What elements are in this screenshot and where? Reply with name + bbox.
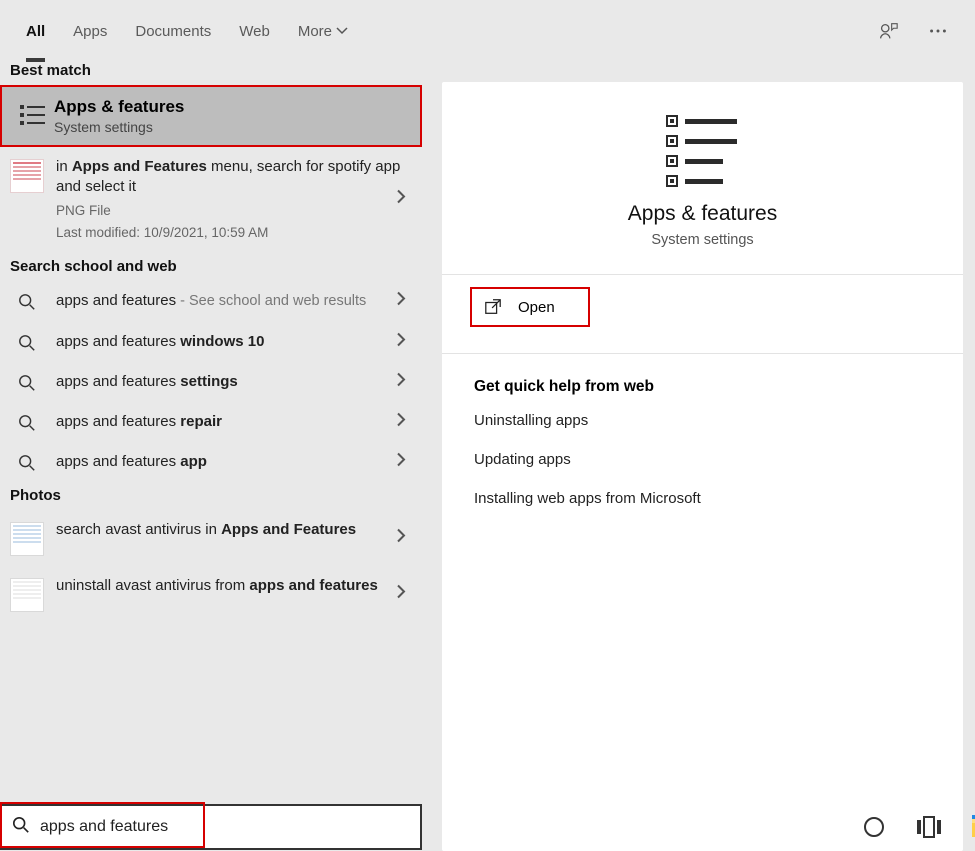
web-result-3[interactable]: apps and features settings bbox=[0, 362, 422, 402]
chevron-right-icon bbox=[396, 331, 406, 352]
best-match-result[interactable]: Apps & features System settings bbox=[0, 85, 422, 147]
chevron-right-icon bbox=[396, 291, 406, 312]
help-link-install[interactable]: Installing web apps from Microsoft bbox=[474, 490, 963, 507]
search-icon bbox=[10, 372, 44, 392]
best-match-subtitle: System settings bbox=[54, 119, 184, 135]
task-view-icon[interactable] bbox=[916, 813, 942, 841]
chevron-right-icon bbox=[396, 189, 406, 210]
chevron-right-icon bbox=[396, 452, 406, 473]
preview-apps-features-icon bbox=[442, 110, 963, 188]
open-icon bbox=[484, 298, 502, 316]
taskbar bbox=[844, 803, 975, 851]
section-search-web: Search school and web bbox=[0, 252, 422, 281]
photo-result-2[interactable]: uninstall avast antivirus from apps and … bbox=[0, 566, 422, 622]
apps-features-icon bbox=[12, 101, 54, 131]
cortana-icon[interactable] bbox=[862, 813, 886, 841]
web-result-4[interactable]: apps and features repair bbox=[0, 402, 422, 442]
search-icon bbox=[10, 291, 44, 311]
search-icon bbox=[10, 412, 44, 432]
chevron-right-icon bbox=[396, 412, 406, 433]
web-result-2[interactable]: apps and features windows 10 bbox=[0, 322, 422, 362]
chevron-down-icon bbox=[336, 25, 348, 37]
search-icon bbox=[10, 452, 44, 472]
chevron-right-icon bbox=[396, 527, 406, 548]
divider bbox=[442, 353, 963, 354]
chevron-right-icon bbox=[396, 371, 406, 392]
file-result[interactable]: in Apps and Features menu, search for sp… bbox=[0, 147, 422, 252]
preview-panel: Apps & features System settings Open Get… bbox=[422, 62, 975, 851]
search-icon bbox=[10, 332, 44, 352]
help-header: Get quick help from web bbox=[474, 378, 963, 396]
file-type: PNG File bbox=[56, 202, 412, 220]
more-options-icon[interactable] bbox=[927, 20, 949, 42]
best-match-title: Apps & features bbox=[54, 97, 184, 117]
section-photos: Photos bbox=[0, 483, 422, 510]
tab-documents[interactable]: Documents bbox=[135, 0, 211, 62]
open-label: Open bbox=[518, 299, 555, 316]
image-thumbnail-icon bbox=[10, 578, 44, 612]
preview-title: Apps & features bbox=[442, 202, 963, 226]
tab-all[interactable]: All bbox=[26, 0, 45, 62]
results-panel: Best match Apps & features System settin… bbox=[0, 62, 422, 851]
search-tabs: All Apps Documents Web More bbox=[0, 0, 975, 62]
search-input-box[interactable] bbox=[0, 804, 422, 850]
web-result-1[interactable]: apps and features - See school and web r… bbox=[0, 281, 422, 322]
web-result-5[interactable]: apps and features app bbox=[0, 442, 422, 482]
tab-apps[interactable]: Apps bbox=[73, 0, 107, 62]
section-best-match: Best match bbox=[0, 62, 422, 85]
feedback-icon[interactable] bbox=[877, 20, 899, 42]
image-thumbnail-icon bbox=[10, 522, 44, 556]
open-button[interactable]: Open bbox=[470, 287, 590, 327]
file-modified: Last modified: 10/9/2021, 10:59 AM bbox=[56, 224, 412, 242]
photo-result-1[interactable]: search avast antivirus in Apps and Featu… bbox=[0, 510, 422, 566]
preview-subtitle: System settings bbox=[442, 232, 963, 248]
search-icon bbox=[12, 816, 30, 839]
tab-more[interactable]: More bbox=[298, 0, 348, 62]
help-link-update[interactable]: Updating apps bbox=[474, 451, 963, 468]
divider bbox=[442, 274, 963, 275]
help-link-uninstall[interactable]: Uninstalling apps bbox=[474, 412, 963, 429]
tab-web[interactable]: Web bbox=[239, 0, 270, 62]
search-input[interactable] bbox=[40, 818, 410, 836]
chevron-right-icon bbox=[396, 583, 406, 604]
image-thumbnail-icon bbox=[10, 159, 44, 193]
